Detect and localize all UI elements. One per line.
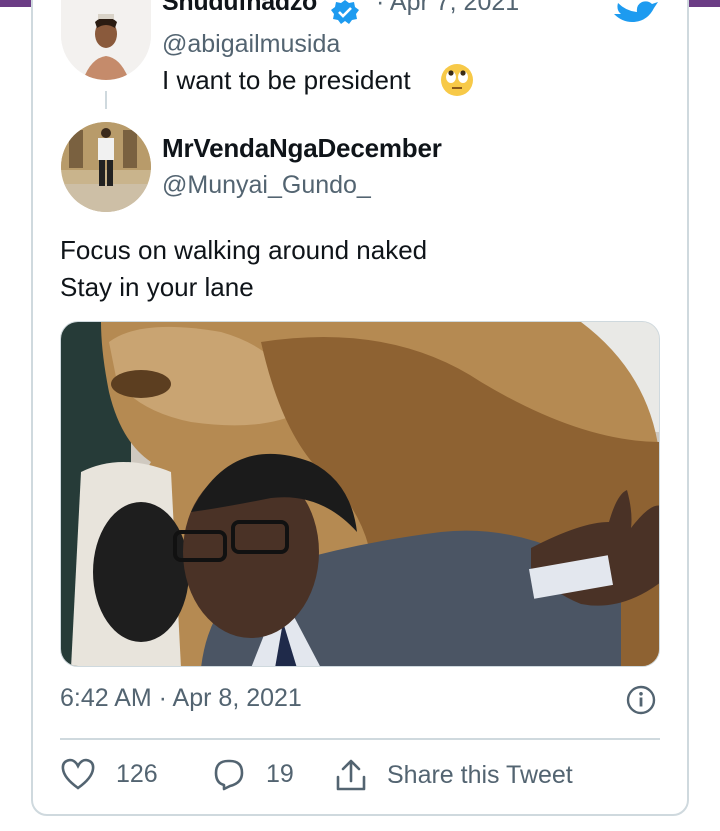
rolling-eyes-emoji (440, 63, 474, 97)
verified-badge-icon (330, 0, 360, 24)
reply-icon (214, 759, 244, 791)
reply-button[interactable]: 19 (210, 757, 294, 791)
info-icon[interactable] (626, 685, 656, 715)
tweet-text-line: Focus on walking around naked (60, 235, 428, 265)
tweet-photo[interactable] (60, 321, 660, 667)
share-label: Share this Tweet (387, 760, 573, 789)
share-icon (336, 759, 366, 791)
parent-display-name[interactable]: Shudufhadzo (162, 0, 317, 17)
heart-icon (61, 758, 95, 790)
parent-tweet-text: I want to be president (162, 65, 411, 95)
thread-line (105, 91, 107, 109)
parent-date: · Apr 7, 2021 (376, 0, 520, 16)
main-avatar[interactable] (61, 122, 151, 212)
tweet-timestamp[interactable]: 6:42 AM · Apr 8, 2021 (60, 684, 302, 713)
divider (60, 738, 660, 740)
like-button[interactable]: 126 (60, 757, 158, 791)
parent-handle[interactable]: @abigailmusida (162, 30, 340, 59)
author-display-name[interactable]: MrVendaNgaDecember (162, 133, 442, 164)
like-count: 126 (116, 759, 158, 788)
tweet-text-line: Stay in your lane (60, 272, 254, 302)
author-handle[interactable]: @Munyai_Gundo_ (162, 171, 371, 200)
reply-count: 19 (266, 759, 294, 788)
share-button[interactable]: Share this Tweet (333, 757, 573, 793)
twitter-bird-icon[interactable] (612, 0, 658, 34)
tweet-text: Focus on walking around naked Stay in yo… (60, 232, 427, 306)
